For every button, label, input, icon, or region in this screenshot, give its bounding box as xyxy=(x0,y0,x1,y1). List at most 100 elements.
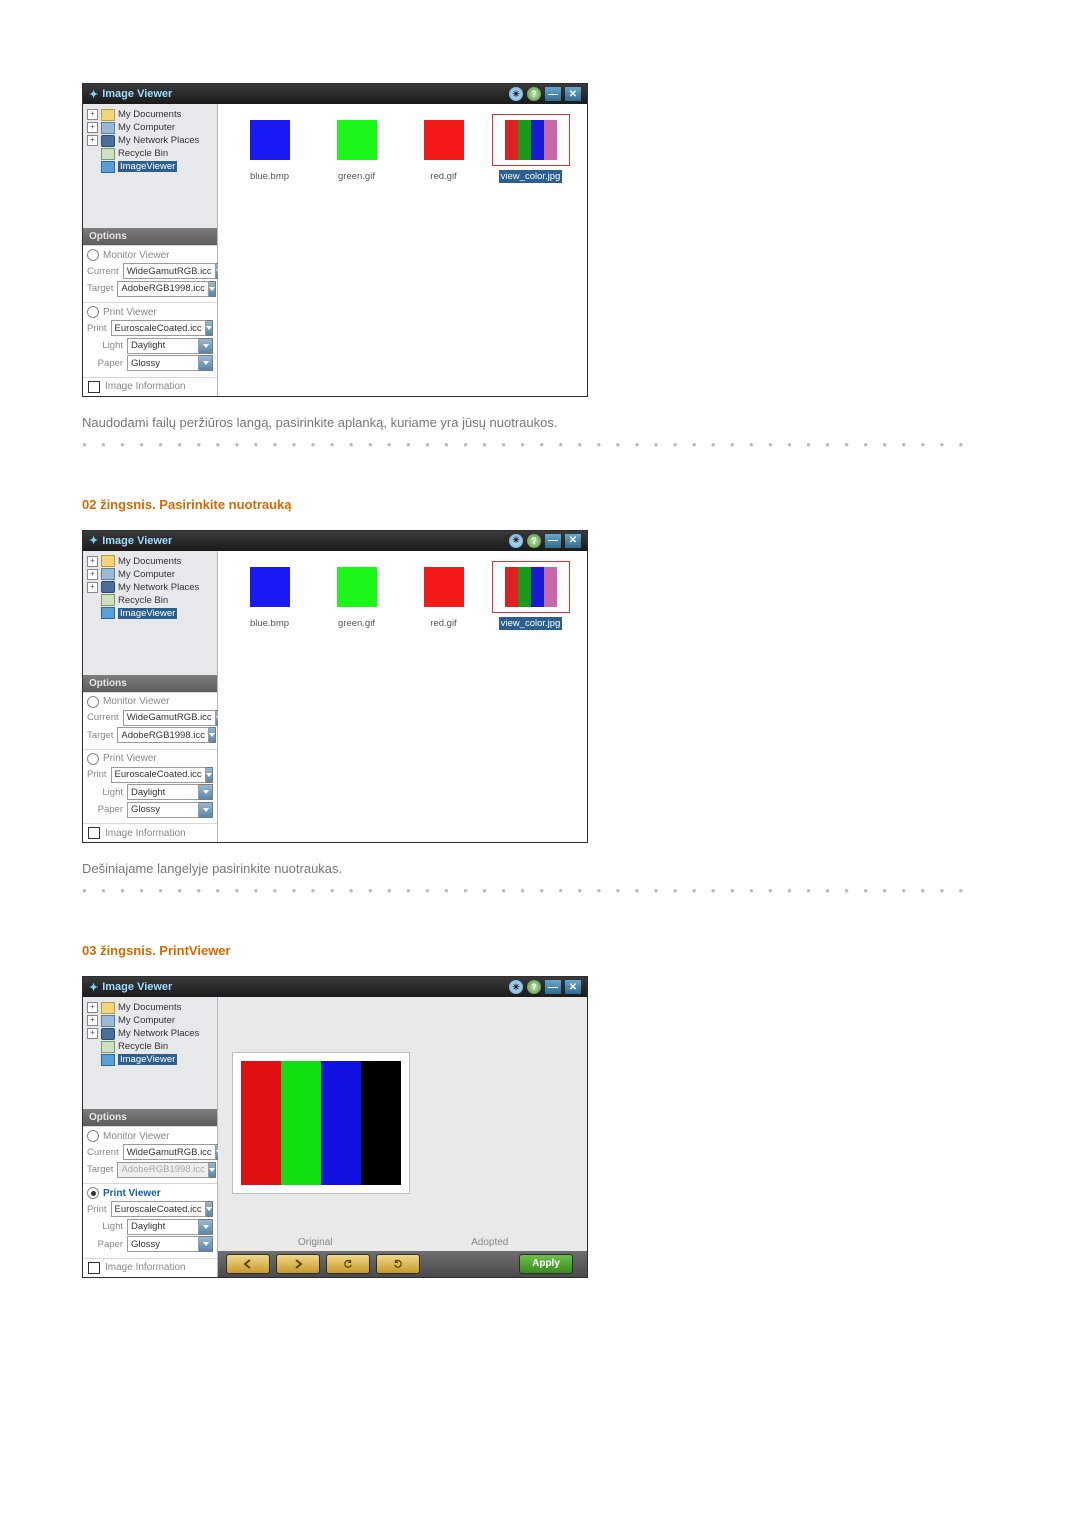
image-viewer-window: ✦ Image Viewer ✳ ? — ✕ +My Documents +My… xyxy=(82,530,588,844)
step2-description: Dešiniajame langelyje pasirinkite nuotra… xyxy=(82,861,998,876)
dropdown-icon[interactable] xyxy=(199,338,213,354)
thumbnail[interactable]: blue.bmp xyxy=(228,561,311,630)
dropdown-icon[interactable] xyxy=(206,1201,213,1217)
light-select[interactable]: Daylight xyxy=(127,784,199,800)
target-profile-select[interactable]: AdobeRGB1998.icc xyxy=(117,281,208,297)
tree-item: Recycle Bin xyxy=(87,147,213,160)
label-adopted: Adopted xyxy=(403,1237,578,1248)
rotate-right-button[interactable] xyxy=(376,1254,420,1274)
window-title: Image Viewer xyxy=(102,981,172,993)
current-profile-select[interactable]: WideGamutRGB.icc xyxy=(123,263,216,279)
close-button[interactable]: ✕ xyxy=(565,534,581,548)
radio-print[interactable] xyxy=(87,1187,99,1199)
title-bar[interactable]: ✦ Image Viewer ✳ ? — ✕ xyxy=(83,84,587,104)
thumbnail[interactable]: green.gif xyxy=(315,114,398,183)
settings-icon[interactable]: ✳ xyxy=(509,87,523,101)
expand-icon[interactable]: + xyxy=(87,1002,98,1013)
folder-open-icon xyxy=(101,1054,115,1066)
dropdown-icon[interactable] xyxy=(209,727,216,743)
tree-item: +My Documents xyxy=(87,108,213,121)
dropdown-icon[interactable] xyxy=(199,784,213,800)
image-info-checkbox[interactable] xyxy=(88,381,100,393)
title-bar[interactable]: ✦ Image Viewer ✳ ? — ✕ xyxy=(83,531,587,551)
expand-icon[interactable]: + xyxy=(87,122,98,133)
settings-icon[interactable]: ✳ xyxy=(509,980,523,994)
app-star-icon: ✦ xyxy=(89,88,98,101)
options-header: Options xyxy=(83,675,217,692)
expand-icon[interactable]: + xyxy=(87,582,98,593)
options-panel: Monitor Viewer CurrentWideGamutRGB.icc T… xyxy=(83,1126,217,1277)
folder-tree[interactable]: +My Documents +My Computer +My Network P… xyxy=(83,104,217,228)
expand-icon[interactable]: + xyxy=(87,569,98,580)
image-info-checkbox[interactable] xyxy=(88,827,100,839)
tree-item: +My Documents xyxy=(87,555,213,568)
folder-icon xyxy=(101,109,115,121)
radio-print[interactable] xyxy=(87,306,99,318)
thumbnail-selected[interactable]: view_color.jpg xyxy=(489,114,572,183)
print-profile-select[interactable]: EuroscaleCoated.icc xyxy=(111,767,206,783)
close-button[interactable]: ✕ xyxy=(565,87,581,101)
close-button[interactable]: ✕ xyxy=(565,980,581,994)
prev-button[interactable] xyxy=(226,1254,270,1274)
computer-icon xyxy=(101,1015,115,1027)
paper-select[interactable]: Glossy xyxy=(127,1236,199,1252)
help-icon[interactable]: ? xyxy=(527,87,541,101)
network-icon xyxy=(101,135,115,147)
thumbnail-selected[interactable]: view_color.jpg xyxy=(489,561,572,630)
light-select[interactable]: Daylight xyxy=(127,338,199,354)
expand-icon[interactable]: + xyxy=(87,556,98,567)
title-bar[interactable]: ✦ Image Viewer ✳ ? — ✕ xyxy=(83,977,587,997)
print-profile-select[interactable]: EuroscaleCoated.icc xyxy=(111,320,206,336)
step2-heading: 02 žingsnis. Pasirinkite nuotrauką xyxy=(82,497,998,512)
network-icon xyxy=(101,581,115,593)
options-panel: Monitor Viewer CurrentWideGamutRGB.icc T… xyxy=(83,692,217,843)
dropdown-icon[interactable] xyxy=(206,320,213,336)
tree-item: Recycle Bin xyxy=(87,1040,213,1053)
settings-icon[interactable]: ✳ xyxy=(509,534,523,548)
tree-item-selected: ImageViewer xyxy=(87,607,213,620)
apply-button[interactable]: Apply xyxy=(519,1254,573,1274)
radio-monitor[interactable] xyxy=(87,249,99,261)
options-header: Options xyxy=(83,1109,217,1126)
current-profile-select[interactable]: WideGamutRGB.icc xyxy=(123,1144,216,1160)
target-profile-select[interactable]: AdobeRGB1998.icc xyxy=(117,727,208,743)
step3-heading: 03 žingsnis. PrintViewer xyxy=(82,943,998,958)
rotate-left-button[interactable] xyxy=(326,1254,370,1274)
image-info-checkbox[interactable] xyxy=(88,1262,100,1274)
expand-icon[interactable]: + xyxy=(87,1015,98,1026)
current-profile-select[interactable]: WideGamutRGB.icc xyxy=(123,710,216,726)
dropdown-icon[interactable] xyxy=(199,1219,213,1235)
minimize-button[interactable]: — xyxy=(545,534,561,548)
radio-print[interactable] xyxy=(87,753,99,765)
folder-tree[interactable]: +My Documents +My Computer +My Network P… xyxy=(83,551,217,675)
radio-monitor[interactable] xyxy=(87,696,99,708)
help-icon[interactable]: ? xyxy=(527,980,541,994)
dropdown-icon[interactable] xyxy=(199,802,213,818)
thumbnail-gallery: blue.bmp green.gif red.gif view_color.jp… xyxy=(218,104,587,396)
expand-icon[interactable]: + xyxy=(87,109,98,120)
network-icon xyxy=(101,1028,115,1040)
thumbnail[interactable]: red.gif xyxy=(402,114,485,183)
expand-icon[interactable]: + xyxy=(87,135,98,146)
dropdown-icon[interactable] xyxy=(209,281,216,297)
sidebar: +My Documents +My Computer +My Network P… xyxy=(83,551,218,843)
dropdown-icon[interactable] xyxy=(199,355,213,371)
print-profile-select[interactable]: EuroscaleCoated.icc xyxy=(111,1201,206,1217)
paper-select[interactable]: Glossy xyxy=(127,355,199,371)
minimize-button[interactable]: — xyxy=(545,980,561,994)
radio-monitor[interactable] xyxy=(87,1130,99,1142)
light-select[interactable]: Daylight xyxy=(127,1219,199,1235)
help-icon[interactable]: ? xyxy=(527,534,541,548)
dropdown-icon[interactable] xyxy=(199,1236,213,1252)
tree-item-selected: ImageViewer xyxy=(87,1053,213,1066)
thumbnail[interactable]: green.gif xyxy=(315,561,398,630)
next-button[interactable] xyxy=(276,1254,320,1274)
folder-tree[interactable]: +My Documents +My Computer +My Network P… xyxy=(83,997,217,1109)
thumbnail[interactable]: red.gif xyxy=(402,561,485,630)
minimize-button[interactable]: — xyxy=(545,87,561,101)
thumbnail[interactable]: blue.bmp xyxy=(228,114,311,183)
divider-dots: ● ● ● ● ● ● ● ● ● ● ● ● ● ● ● ● ● ● ● ● … xyxy=(82,440,998,449)
expand-icon[interactable]: + xyxy=(87,1028,98,1039)
dropdown-icon[interactable] xyxy=(206,767,213,783)
paper-select[interactable]: Glossy xyxy=(127,802,199,818)
